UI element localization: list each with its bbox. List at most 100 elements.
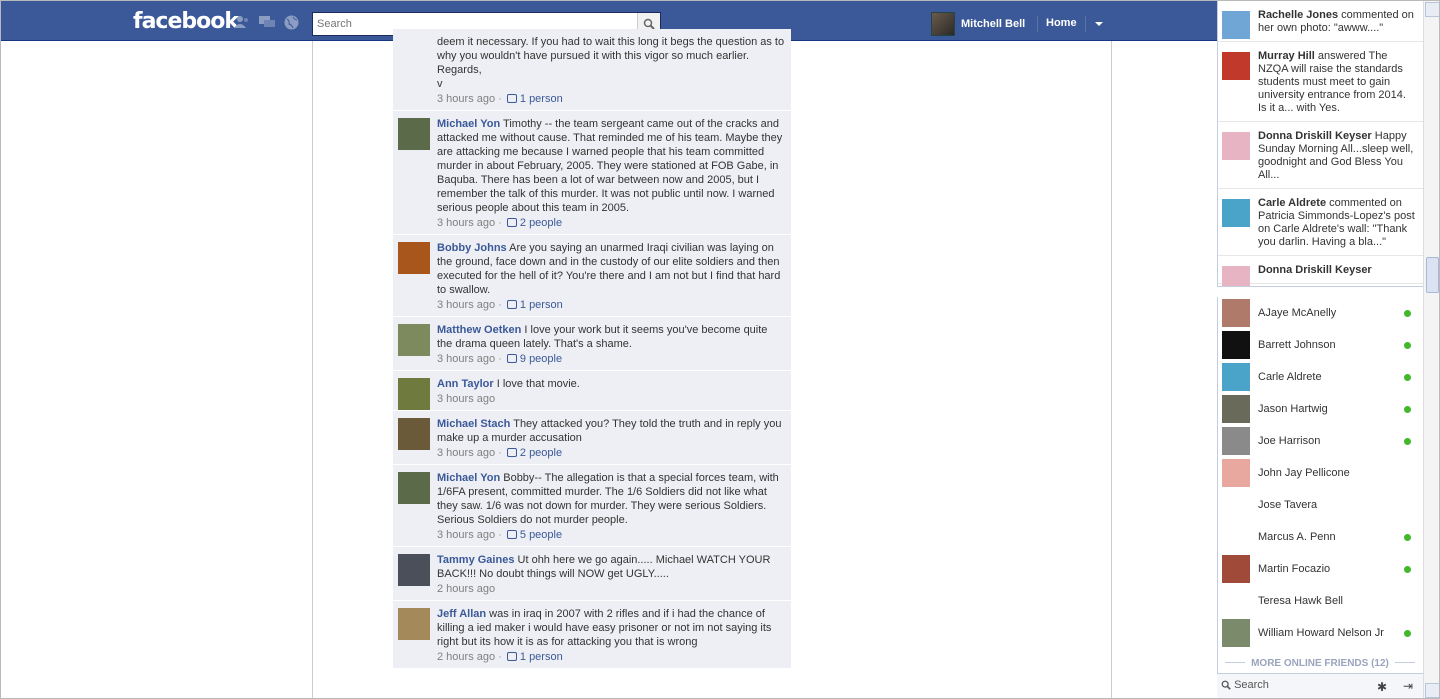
comment-timestamp[interactable]: 3 hours ago — [437, 529, 495, 541]
commenter-name-link[interactable]: Jeff Allan — [437, 608, 486, 620]
ticker-story[interactable]: Donna Driskill Keyser — [1218, 256, 1423, 286]
ticker-actor-name[interactable]: Rachelle Jones — [1258, 9, 1338, 21]
comment-meta: 3 hours ago · 2 people — [437, 216, 785, 230]
comment-timestamp[interactable]: 3 hours ago — [437, 393, 495, 405]
content-border — [1111, 41, 1112, 698]
like-count-link[interactable]: 1 person — [520, 93, 563, 105]
notifications-globe-icon[interactable] — [284, 15, 299, 30]
facebook-logo[interactable]: facebook — [133, 9, 239, 34]
like-count-link[interactable]: 1 person — [520, 299, 563, 311]
ticker-actor-name[interactable]: Carle Aldrete — [1258, 197, 1326, 209]
friend-name: Teresa Hawk Bell — [1258, 595, 1343, 607]
scrollbar-thumb[interactable] — [1426, 257, 1439, 293]
ticker-avatar[interactable] — [1222, 52, 1250, 80]
scroll-down-arrow-icon[interactable] — [1425, 683, 1439, 698]
chat-popout-icon[interactable]: ⇥ — [1403, 679, 1413, 693]
comment-meta: 2 hours ago · 1 person — [437, 650, 785, 664]
comment-timestamp[interactable]: 2 hours ago — [437, 651, 495, 663]
ticker-avatar[interactable] — [1222, 132, 1250, 160]
comment-body: Michael Yon Bobby-- The allegation is th… — [437, 471, 785, 527]
like-thumb-icon — [506, 652, 517, 661]
commenter-avatar[interactable] — [398, 608, 430, 640]
home-link[interactable]: Home — [1046, 17, 1077, 29]
ticker-avatar[interactable] — [1222, 199, 1250, 227]
divider — [1085, 16, 1086, 32]
ticker-story[interactable]: Carle Aldrete commented on Patricia Simm… — [1218, 189, 1423, 256]
separator: · — [495, 447, 505, 459]
commenter-avatar[interactable] — [398, 324, 430, 356]
account-menu-chevron-down-icon[interactable] — [1095, 22, 1103, 26]
commenter-avatar[interactable] — [398, 418, 430, 450]
comment-text-line: v — [437, 78, 443, 90]
commenter-avatar[interactable] — [398, 118, 430, 150]
friend-requests-icon[interactable] — [234, 15, 250, 29]
commenter-name-link[interactable]: Matthew Oetken — [437, 324, 521, 336]
chat-friend-item[interactable]: Barrett Johnson — [1218, 329, 1423, 361]
separator: · — [495, 529, 505, 541]
friend-name: Barrett Johnson — [1258, 339, 1336, 351]
comment-timestamp[interactable]: 3 hours ago — [437, 447, 495, 459]
chat-friend-item[interactable]: Jason Hartwig — [1218, 393, 1423, 425]
chat-friend-item[interactable]: William Howard Nelson Jr — [1218, 617, 1423, 649]
ticker-actor-name[interactable]: Donna Driskill Keyser — [1258, 264, 1372, 276]
chat-friend-item[interactable]: John Jay Pellicone — [1218, 457, 1423, 489]
commenter-avatar[interactable] — [398, 242, 430, 274]
comment-meta: 3 hours ago · 1 person — [437, 298, 785, 312]
like-count-link[interactable]: 5 people — [520, 529, 562, 541]
commenter-avatar[interactable] — [398, 378, 430, 410]
commenter-name-link[interactable]: Michael Yon — [437, 118, 500, 130]
comment-timestamp[interactable]: 3 hours ago — [437, 299, 495, 311]
online-status-icon — [1404, 438, 1411, 445]
commenter-name-link[interactable]: Tammy Gaines — [437, 554, 514, 566]
scroll-up-arrow-icon[interactable] — [1425, 2, 1439, 17]
messages-icon[interactable] — [259, 15, 275, 29]
ticker-actor-name[interactable]: Murray Hill — [1258, 50, 1315, 62]
commenter-avatar[interactable] — [398, 554, 430, 586]
comment-meta: 3 hours ago — [437, 392, 785, 406]
chat-friend-item[interactable]: Carle Aldrete — [1218, 361, 1423, 393]
chat-search-label: Search — [1234, 679, 1269, 691]
chat-options-gear-icon[interactable]: ✱ — [1377, 680, 1387, 694]
friend-avatar — [1222, 395, 1250, 423]
comment-item: Jeff Allan was in iraq in 2007 with 2 ri… — [393, 601, 791, 669]
ticker-story[interactable]: Rachelle Jones commented on her own phot… — [1218, 1, 1423, 42]
profile-link[interactable]: Mitchell Bell — [931, 12, 1025, 36]
comment-timestamp[interactable]: 2 hours ago — [437, 583, 495, 595]
friend-avatar — [1222, 619, 1250, 647]
commenter-name-link[interactable]: Ann Taylor — [437, 378, 494, 390]
commenter-name-link[interactable]: Bobby Johns — [437, 242, 507, 254]
comment-text: Timothy -- the team sergeant came out of… — [437, 118, 783, 214]
ticker-story[interactable]: Murray Hill answered The NZQA will raise… — [1218, 42, 1423, 122]
chat-friend-item[interactable]: Martin Focazio — [1218, 553, 1423, 585]
like-count-link[interactable]: 2 people — [520, 447, 562, 459]
friend-avatar — [1222, 459, 1250, 487]
like-count-link[interactable]: 9 people — [520, 353, 562, 365]
like-count-link[interactable]: 2 people — [520, 217, 562, 229]
comment-item: Michael Yon Timothy -- the team sergeant… — [393, 111, 791, 235]
ticker-actor-name[interactable]: Donna Driskill Keyser — [1258, 130, 1372, 142]
chat-friend-item[interactable]: Teresa Hawk Bell — [1218, 585, 1423, 617]
chat-friend-item[interactable]: Marcus A. Penn — [1218, 521, 1423, 553]
comment-item: Michael Yon Bobby-- The allegation is th… — [393, 465, 791, 547]
ticker-feed: Rachelle Jones commented on her own phot… — [1217, 1, 1423, 286]
comment-timestamp[interactable]: 3 hours ago — [437, 217, 495, 229]
commenter-name-link[interactable]: Michael Yon — [437, 472, 500, 484]
commenter-name-link[interactable]: Michael Stach — [437, 418, 510, 430]
vertical-scrollbar[interactable] — [1423, 1, 1439, 698]
ticker-story[interactable]: Donna Driskill Keyser Happy Sunday Morni… — [1218, 122, 1423, 189]
comment-timestamp[interactable]: 3 hours ago — [437, 353, 495, 365]
friend-name: Martin Focazio — [1258, 563, 1331, 575]
chat-friend-item[interactable]: AJaye McAnelly — [1218, 297, 1423, 329]
comment-meta: 3 hours ago · 2 people — [437, 446, 785, 460]
comment-timestamp[interactable]: 3 hours ago — [437, 93, 495, 105]
chat-friend-item[interactable]: Joe Harrison — [1218, 425, 1423, 457]
separator: · — [495, 651, 505, 663]
chat-search-field[interactable]: Search — [1221, 679, 1269, 691]
online-status-icon — [1404, 566, 1411, 573]
more-online-friends-link[interactable]: MORE ONLINE FRIENDS (12) — [1217, 658, 1423, 669]
ticker-avatar[interactable] — [1222, 266, 1250, 286]
commenter-avatar[interactable] — [398, 472, 430, 504]
chat-friend-item[interactable]: Jose Tavera — [1218, 489, 1423, 521]
ticker-avatar[interactable] — [1222, 11, 1250, 39]
like-count-link[interactable]: 1 person — [520, 651, 563, 663]
